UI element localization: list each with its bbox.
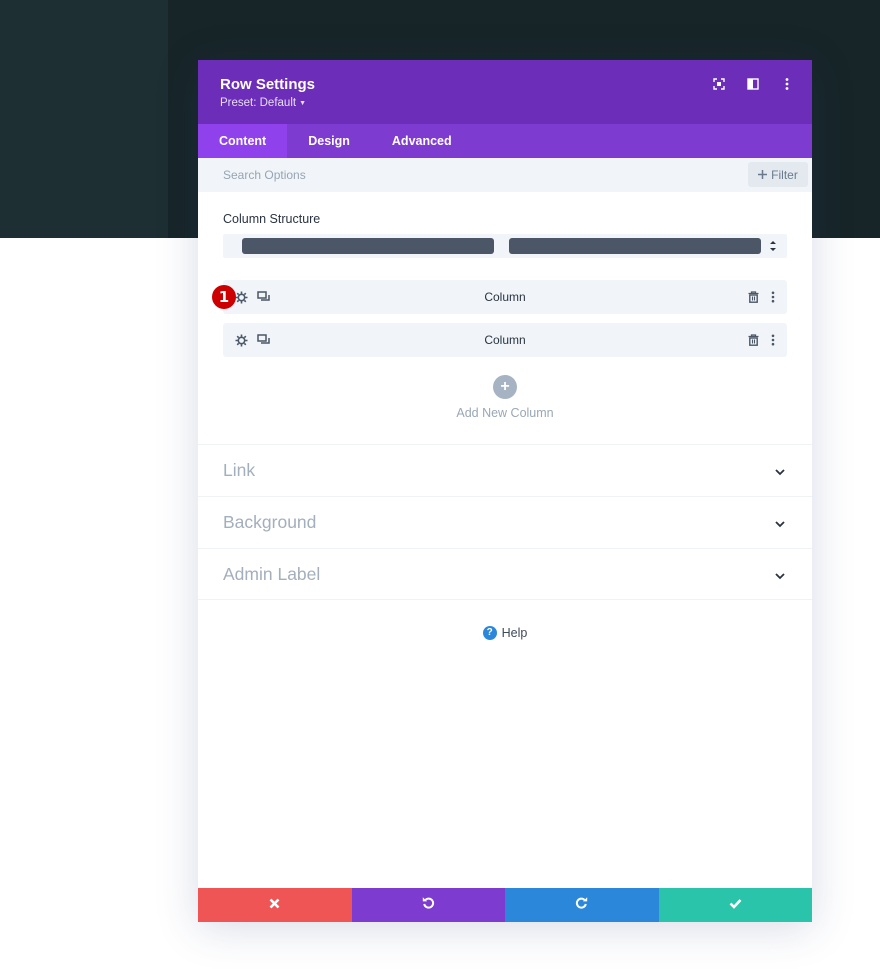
split-view-icon[interactable]: [742, 76, 764, 92]
tab-bar: Content Design Advanced: [198, 124, 812, 158]
redo-button[interactable]: [505, 888, 659, 922]
accordion-label: Link: [223, 460, 256, 480]
caret-down-icon: ▼: [299, 99, 307, 107]
undo-button[interactable]: [351, 888, 505, 922]
undo-icon: [422, 896, 435, 914]
plus-icon: [758, 168, 768, 182]
help-label: Help: [501, 626, 528, 640]
select-arrows-icon: [769, 239, 777, 253]
gear-icon[interactable]: [233, 289, 249, 305]
duplicate-icon[interactable]: [255, 332, 271, 348]
column-right-actions: [745, 332, 781, 348]
focus-icon[interactable]: [708, 76, 730, 92]
tab-advanced[interactable]: Advanced: [371, 124, 473, 158]
more-vertical-icon[interactable]: [765, 332, 781, 348]
chevron-down-icon: [774, 569, 786, 581]
accordion-background[interactable]: Background: [198, 496, 812, 548]
preset-label: Preset: Default: [220, 97, 297, 109]
row-settings-modal: Row Settings Preset: Default ▼ Content D…: [198, 60, 812, 922]
column-label: Column: [484, 333, 526, 347]
more-vertical-icon[interactable]: [765, 289, 781, 305]
column-item[interactable]: Column: [223, 323, 787, 357]
duplicate-icon[interactable]: [255, 289, 271, 305]
filter-label: Filter: [771, 167, 798, 182]
accordion-link[interactable]: Link: [198, 444, 812, 496]
accordion-label: Admin Label: [223, 563, 321, 584]
column-structure-select[interactable]: [223, 234, 787, 258]
page-background-left-panel: [0, 0, 168, 238]
gear-icon[interactable]: [233, 332, 249, 348]
trash-icon[interactable]: [745, 289, 761, 305]
add-new-column[interactable]: + Add New Column: [223, 375, 787, 420]
question-icon: ?: [482, 626, 497, 640]
search-input[interactable]: [223, 168, 623, 182]
preset-selector[interactable]: Preset: Default ▼: [220, 97, 812, 109]
column-item[interactable]: 1 Column: [212, 280, 787, 314]
check-icon: [729, 896, 742, 914]
search-bar: Filter: [198, 158, 812, 192]
tab-content[interactable]: Content: [198, 124, 288, 158]
structure-column-preview: [242, 238, 494, 254]
tab-design[interactable]: Design: [287, 124, 371, 158]
chevron-down-icon: [774, 517, 786, 529]
structure-column-preview: [509, 238, 761, 254]
help-link[interactable]: ? Help: [198, 626, 812, 640]
column-right-actions: [745, 289, 781, 305]
header-actions: [708, 76, 798, 92]
column-left-actions: [233, 289, 271, 305]
settings-accordion: Link Background Admin Label: [198, 444, 812, 600]
chevron-down-icon: [774, 465, 786, 477]
accordion-label: Background: [223, 512, 317, 532]
column-left-actions: [233, 332, 271, 348]
modal-header[interactable]: Row Settings Preset: Default ▼: [198, 60, 812, 124]
modal-footer: [198, 888, 812, 922]
add-column-label: Add New Column: [456, 406, 554, 420]
close-icon: [269, 896, 280, 914]
column-label: Column: [484, 290, 526, 304]
cancel-button[interactable]: [198, 888, 352, 922]
content-panel: Column Structure 1 Column Column + Add N…: [198, 192, 812, 420]
column-structure-label: Column Structure: [223, 212, 321, 226]
more-vertical-icon[interactable]: [776, 76, 798, 92]
redo-icon: [575, 896, 588, 914]
accordion-admin-label[interactable]: Admin Label: [198, 548, 812, 600]
filter-button[interactable]: Filter: [748, 162, 808, 187]
save-button[interactable]: [658, 888, 812, 922]
add-circle-icon[interactable]: +: [493, 375, 517, 399]
trash-icon[interactable]: [745, 332, 761, 348]
